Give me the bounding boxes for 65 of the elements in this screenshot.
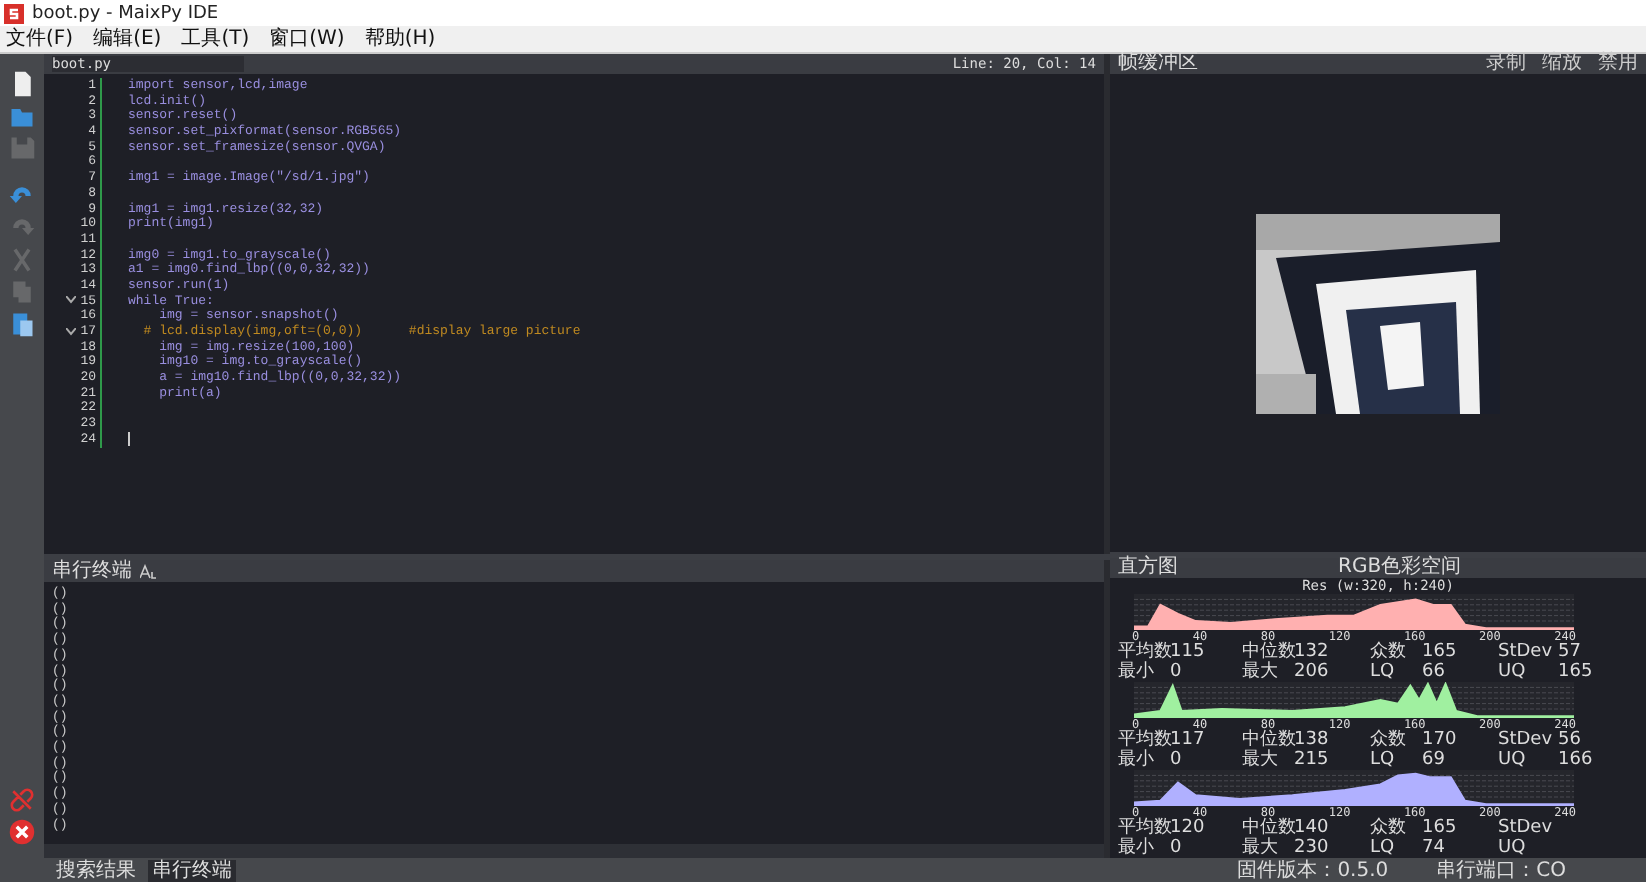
stat-value: 120	[1170, 820, 1207, 838]
menu-item[interactable]: 帮助(H)	[364, 27, 436, 51]
toolbar-button[interactable]: 缩放	[1542, 54, 1582, 74]
menu-item[interactable]: 编辑(E)	[93, 27, 162, 51]
stat-value: 0	[1170, 663, 1184, 682]
stat-value: 215	[1294, 751, 1331, 770]
stat-value: 0	[1170, 751, 1184, 770]
menu-item[interactable]: 工具(T)	[181, 27, 250, 51]
stat-value: 138	[1294, 732, 1331, 750]
stat-value: 0	[1170, 839, 1184, 858]
stat-label: LQ	[1370, 663, 1397, 682]
stat-value: 170	[1422, 732, 1459, 750]
stat-value: 165	[1422, 820, 1459, 839]
firmware-version: 固件版本：0.5.0	[1237, 859, 1389, 882]
stat-label: 最大	[1242, 839, 1280, 858]
stat-value: 165	[1558, 663, 1595, 682]
stat-value: 132	[1294, 644, 1331, 662]
stat-value: 117	[1170, 732, 1205, 750]
stat-label: 众数	[1370, 644, 1408, 662]
stat-value: 57	[1558, 644, 1583, 662]
stat-label: 中位数	[1242, 644, 1294, 662]
stat-label: 最大	[1242, 751, 1280, 770]
stat-label: 最小	[1118, 751, 1156, 770]
stat-label: UQ	[1498, 839, 1528, 858]
stat-label: 最小	[1118, 663, 1156, 682]
stat-value: 115	[1170, 644, 1205, 662]
stop-icon[interactable]	[8, 818, 36, 846]
menu-item[interactable]: 文件(F)	[6, 27, 74, 51]
stat-label: 众数	[1370, 820, 1408, 838]
stat-value: 166	[1558, 751, 1595, 770]
stat-label: StDev	[1498, 820, 1555, 838]
stat-label: StDev	[1498, 644, 1555, 662]
stat-label: StDev	[1498, 732, 1555, 750]
window-title: boot.py - MaixPy IDE	[32, 3, 219, 23]
stat-value: 66	[1422, 663, 1447, 682]
menu-item[interactable]: 窗口(W)	[269, 27, 345, 51]
stat-label: 平均数	[1118, 732, 1170, 750]
panel-title: 直方图	[1118, 558, 1180, 578]
stat-value: 56	[1558, 732, 1583, 750]
stat-value: 140	[1294, 820, 1331, 838]
stat-label: UQ	[1498, 751, 1528, 770]
paste-icon[interactable]	[8, 310, 36, 338]
stat-label: 中位数	[1242, 732, 1294, 750]
stat-label: 平均数	[1118, 644, 1170, 662]
fold-icon[interactable]	[66, 327, 77, 336]
fold-icon[interactable]	[66, 296, 77, 305]
stat-value: 206	[1294, 663, 1331, 682]
stat-value: 165	[1422, 644, 1459, 662]
stat-label: 众数	[1370, 732, 1408, 750]
panel-tab[interactable]: 搜索结果	[52, 859, 140, 882]
stat-label: UQ	[1498, 663, 1528, 682]
stat-label: 中位数	[1242, 820, 1294, 838]
panel-tab[interactable]: 串行终端	[148, 859, 236, 882]
panel-title: 串行终端	[52, 560, 132, 582]
stat-value: 74	[1422, 839, 1447, 858]
stat-label: LQ	[1370, 839, 1397, 858]
stat-value: 230	[1294, 839, 1331, 858]
stat-label: 最大	[1242, 663, 1280, 682]
stat-label: 最小	[1118, 839, 1156, 858]
font-icon[interactable]	[140, 563, 156, 579]
serial-port: 串行端口：CO	[1436, 859, 1566, 882]
stat-value: 69	[1422, 751, 1447, 770]
panel-title: 帧缓冲区	[1118, 54, 1200, 74]
stat-label: 平均数	[1118, 820, 1170, 838]
stat-label: LQ	[1370, 751, 1397, 770]
